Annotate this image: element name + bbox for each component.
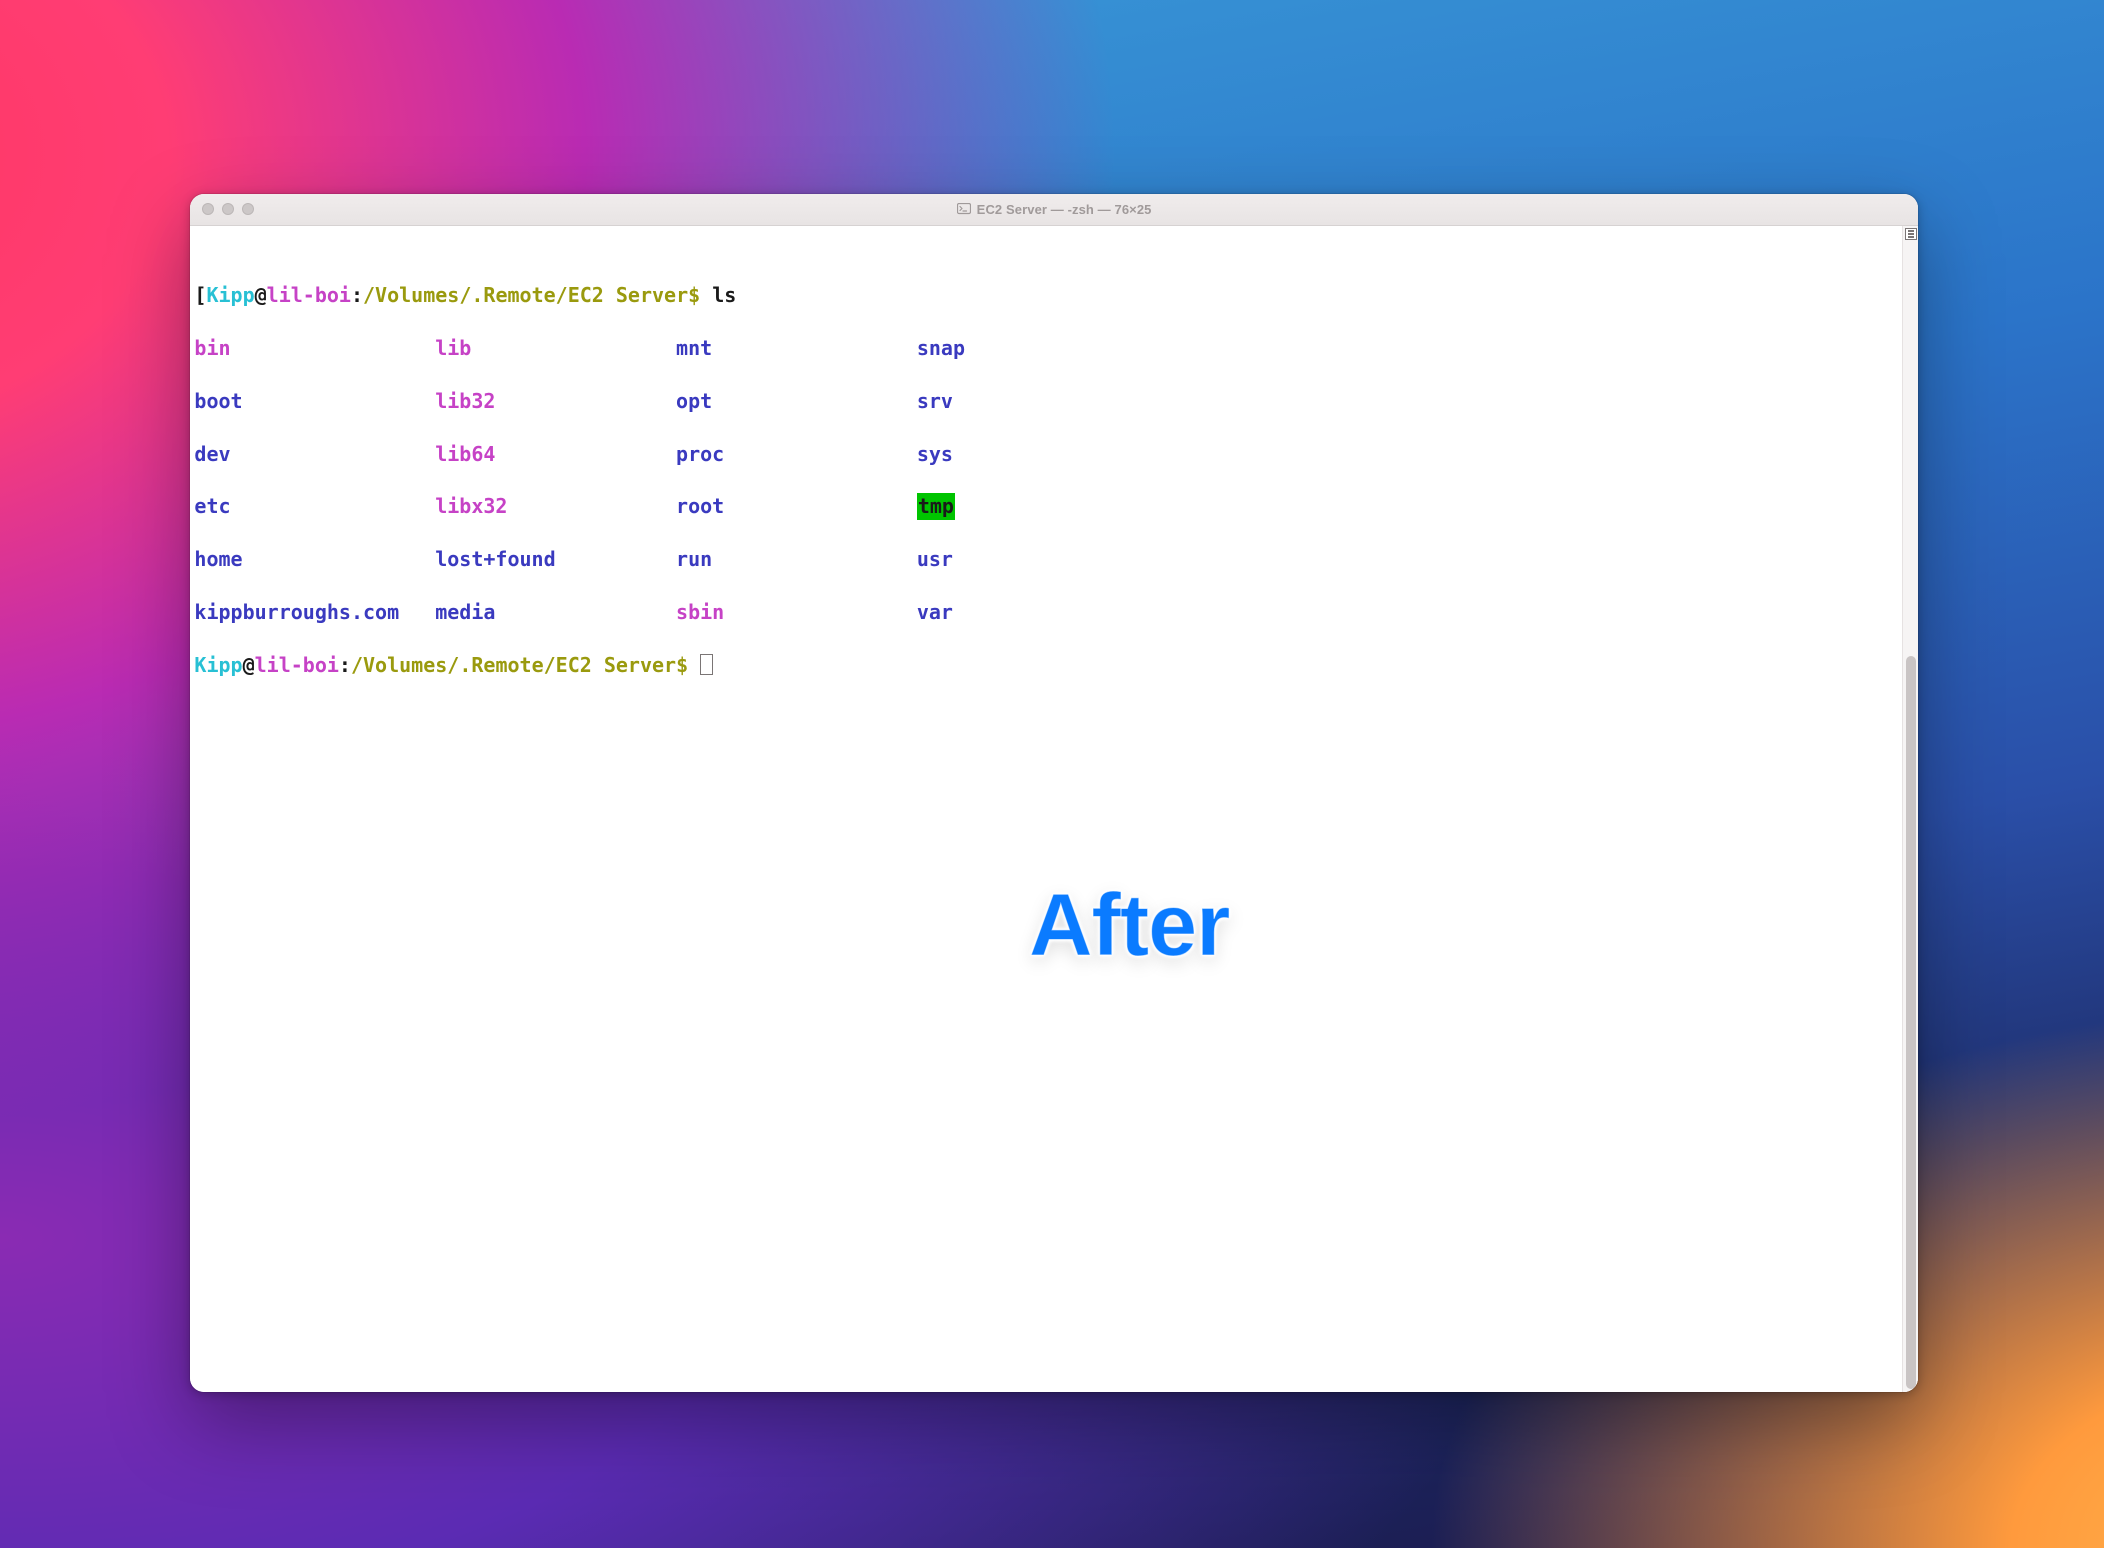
ls-cell: dev [194, 441, 435, 467]
prompt-line-2: Kipp@lil-boi:/Volumes/.Remote/EC2 Server… [194, 652, 1895, 678]
prompt-user: Kipp [206, 283, 254, 307]
ls-cell: opt [676, 388, 917, 414]
ls-output: binlibmntsnap bootlib32optsrv devlib64pr… [194, 335, 1895, 625]
command-text: ls [712, 283, 736, 307]
prompt-line-1: [Kipp@lil-boi:/Volumes/.Remote/EC2 Serve… [194, 282, 1895, 308]
terminal-body[interactable]: [Kipp@lil-boi:/Volumes/.Remote/EC2 Serve… [190, 226, 1917, 1392]
prompt-host: lil-boi [255, 653, 339, 677]
close-button[interactable] [202, 203, 214, 215]
ls-cell: boot [194, 388, 435, 414]
ls-cell: media [435, 599, 676, 625]
ls-row: etclibx32roottmp [194, 493, 1895, 519]
prompt-at: @ [255, 283, 267, 307]
ls-row: homelost+foundrunusr [194, 546, 1895, 572]
ls-row: binlibmntsnap [194, 335, 1895, 361]
ls-cell: lib32 [435, 388, 676, 414]
open-bracket: [ [194, 283, 206, 307]
ls-cell: root [676, 493, 917, 519]
ls-cell: lib [435, 335, 676, 361]
prompt-sigil: $ [676, 653, 700, 677]
terminal-content[interactable]: [Kipp@lil-boi:/Volumes/.Remote/EC2 Serve… [190, 226, 1901, 1392]
ls-cell: sbin [676, 599, 917, 625]
ls-cell: etc [194, 493, 435, 519]
prompt-host: lil-boi [267, 283, 351, 307]
ls-cell: libx32 [435, 493, 676, 519]
ls-cell: var [917, 599, 953, 625]
ls-cell: mnt [676, 335, 917, 361]
cursor [700, 654, 712, 675]
ls-cell: snap [917, 335, 965, 361]
prompt-path: /Volumes/.Remote/EC2 Server [351, 653, 676, 677]
traffic-lights [190, 203, 254, 215]
ls-cell: home [194, 546, 435, 572]
window-title-text: EC2 Server — -zsh — 76×25 [977, 202, 1152, 217]
terminal-window: EC2 Server — -zsh — 76×25 [Kipp@lil-boi:… [190, 194, 1917, 1392]
ls-row: bootlib32optsrv [194, 388, 1895, 414]
ls-cell: lost+found [435, 546, 676, 572]
ls-cell: lib64 [435, 441, 676, 467]
zoom-button[interactable] [242, 203, 254, 215]
prompt-sep: : [351, 283, 363, 307]
ls-cell: bin [194, 335, 435, 361]
prompt-path: /Volumes/.Remote/EC2 Server [363, 283, 688, 307]
ls-cell: kippburroughs.com [194, 599, 435, 625]
prompt-at: @ [243, 653, 255, 677]
ls-cell: proc [676, 441, 917, 467]
ls-cell: srv [917, 388, 953, 414]
prompt-sigil: $ [688, 283, 712, 307]
overlay-caption: After [1029, 867, 1229, 983]
ls-cell: usr [917, 546, 953, 572]
ls-cell: tmp [917, 493, 955, 519]
terminal-icon [957, 203, 971, 215]
window-title: EC2 Server — -zsh — 76×25 [190, 202, 1917, 217]
ls-row: kippburroughs.commediasbinvar [194, 599, 1895, 625]
ls-cell: run [676, 546, 917, 572]
scrollbar-thumb[interactable] [1906, 656, 1916, 1389]
titlebar[interactable]: EC2 Server — -zsh — 76×25 [190, 194, 1917, 226]
prompt-user: Kipp [194, 653, 242, 677]
minimize-button[interactable] [222, 203, 234, 215]
scrollbar[interactable] [1902, 226, 1918, 1392]
prompt-sep: : [339, 653, 351, 677]
ls-row: devlib64procsys [194, 441, 1895, 467]
ls-cell: sys [917, 441, 953, 467]
scroll-menu-icon[interactable] [1905, 228, 1917, 240]
